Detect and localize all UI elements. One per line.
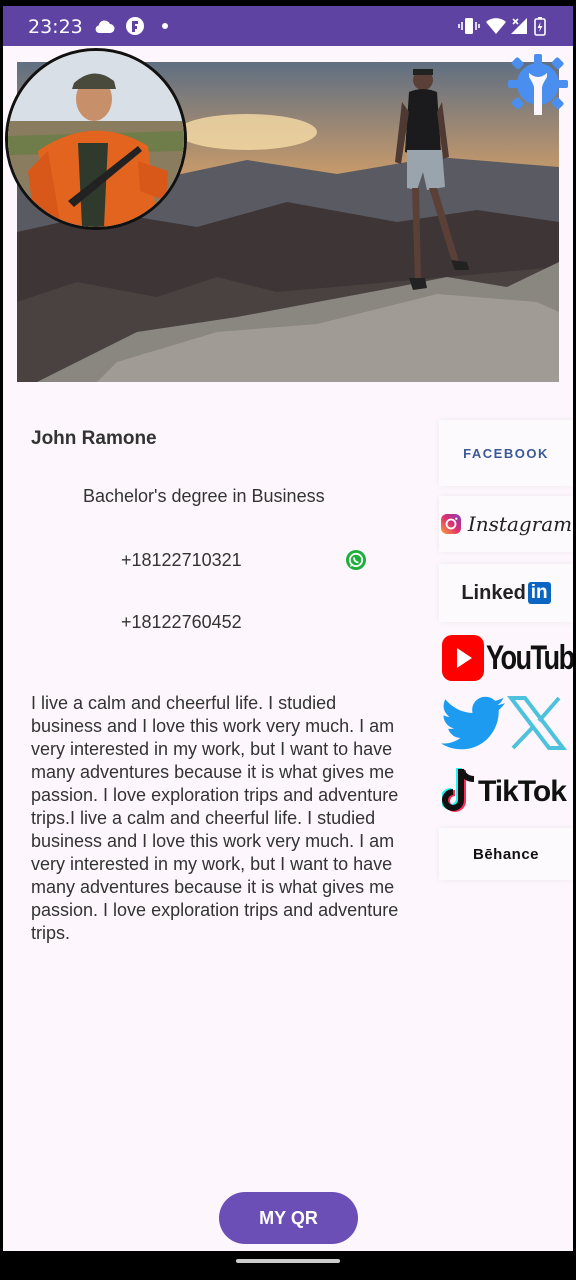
my-qr-button[interactable]: MY QR [219, 1192, 358, 1244]
signal-icon [508, 6, 528, 46]
youtube-icon [442, 633, 484, 683]
app-screen: 23:23 John Ramone Bachelor's degree in B… [3, 6, 573, 1251]
instagram-link[interactable]: Instagram [439, 496, 573, 552]
instagram-icon [440, 513, 462, 535]
cloud-icon [93, 6, 115, 46]
tiktok-label: TikTok [478, 775, 567, 808]
behance-link[interactable]: Bēhance [439, 828, 573, 880]
youtube-link[interactable]: YouTube [439, 628, 573, 688]
tiktok-icon [440, 766, 478, 818]
twitter-icon [440, 696, 507, 750]
settings-icon[interactable] [505, 51, 571, 117]
status-bar: 23:23 [3, 6, 573, 46]
twitter-x-link[interactable] [439, 694, 573, 752]
profile-avatar[interactable] [5, 48, 187, 230]
app-notification-icon [125, 6, 145, 46]
linkedin-link[interactable]: Linked in [439, 564, 573, 622]
wifi-icon [485, 6, 507, 46]
phone-primary[interactable]: +18122710321 [121, 550, 242, 571]
linkedin-icon: in [527, 582, 551, 604]
vibrate-icon [458, 6, 480, 46]
facebook-link[interactable]: FACEBOOK [439, 420, 573, 486]
profile-degree: Bachelor's degree in Business [83, 486, 325, 506]
gesture-nav-bar[interactable] [236, 1259, 340, 1263]
behance-label: Bēhance [472, 845, 540, 863]
status-time: 23:23 [28, 16, 83, 38]
x-icon [506, 696, 568, 750]
instagram-label: Instagram [467, 512, 573, 536]
linkedin-label: Linked [461, 581, 526, 604]
tiktok-link[interactable]: TikTok [439, 762, 573, 822]
profile-name: John Ramone [31, 428, 157, 449]
profile-bio: I live a calm and cheerful life. I studi… [31, 693, 399, 943]
dot-icon [161, 6, 169, 46]
whatsapp-icon[interactable] [345, 549, 367, 571]
battery-icon [534, 6, 546, 46]
facebook-label: FACEBOOK [463, 445, 549, 461]
phone-secondary[interactable]: +18122760452 [121, 612, 242, 633]
youtube-label: YouTube [486, 638, 573, 677]
